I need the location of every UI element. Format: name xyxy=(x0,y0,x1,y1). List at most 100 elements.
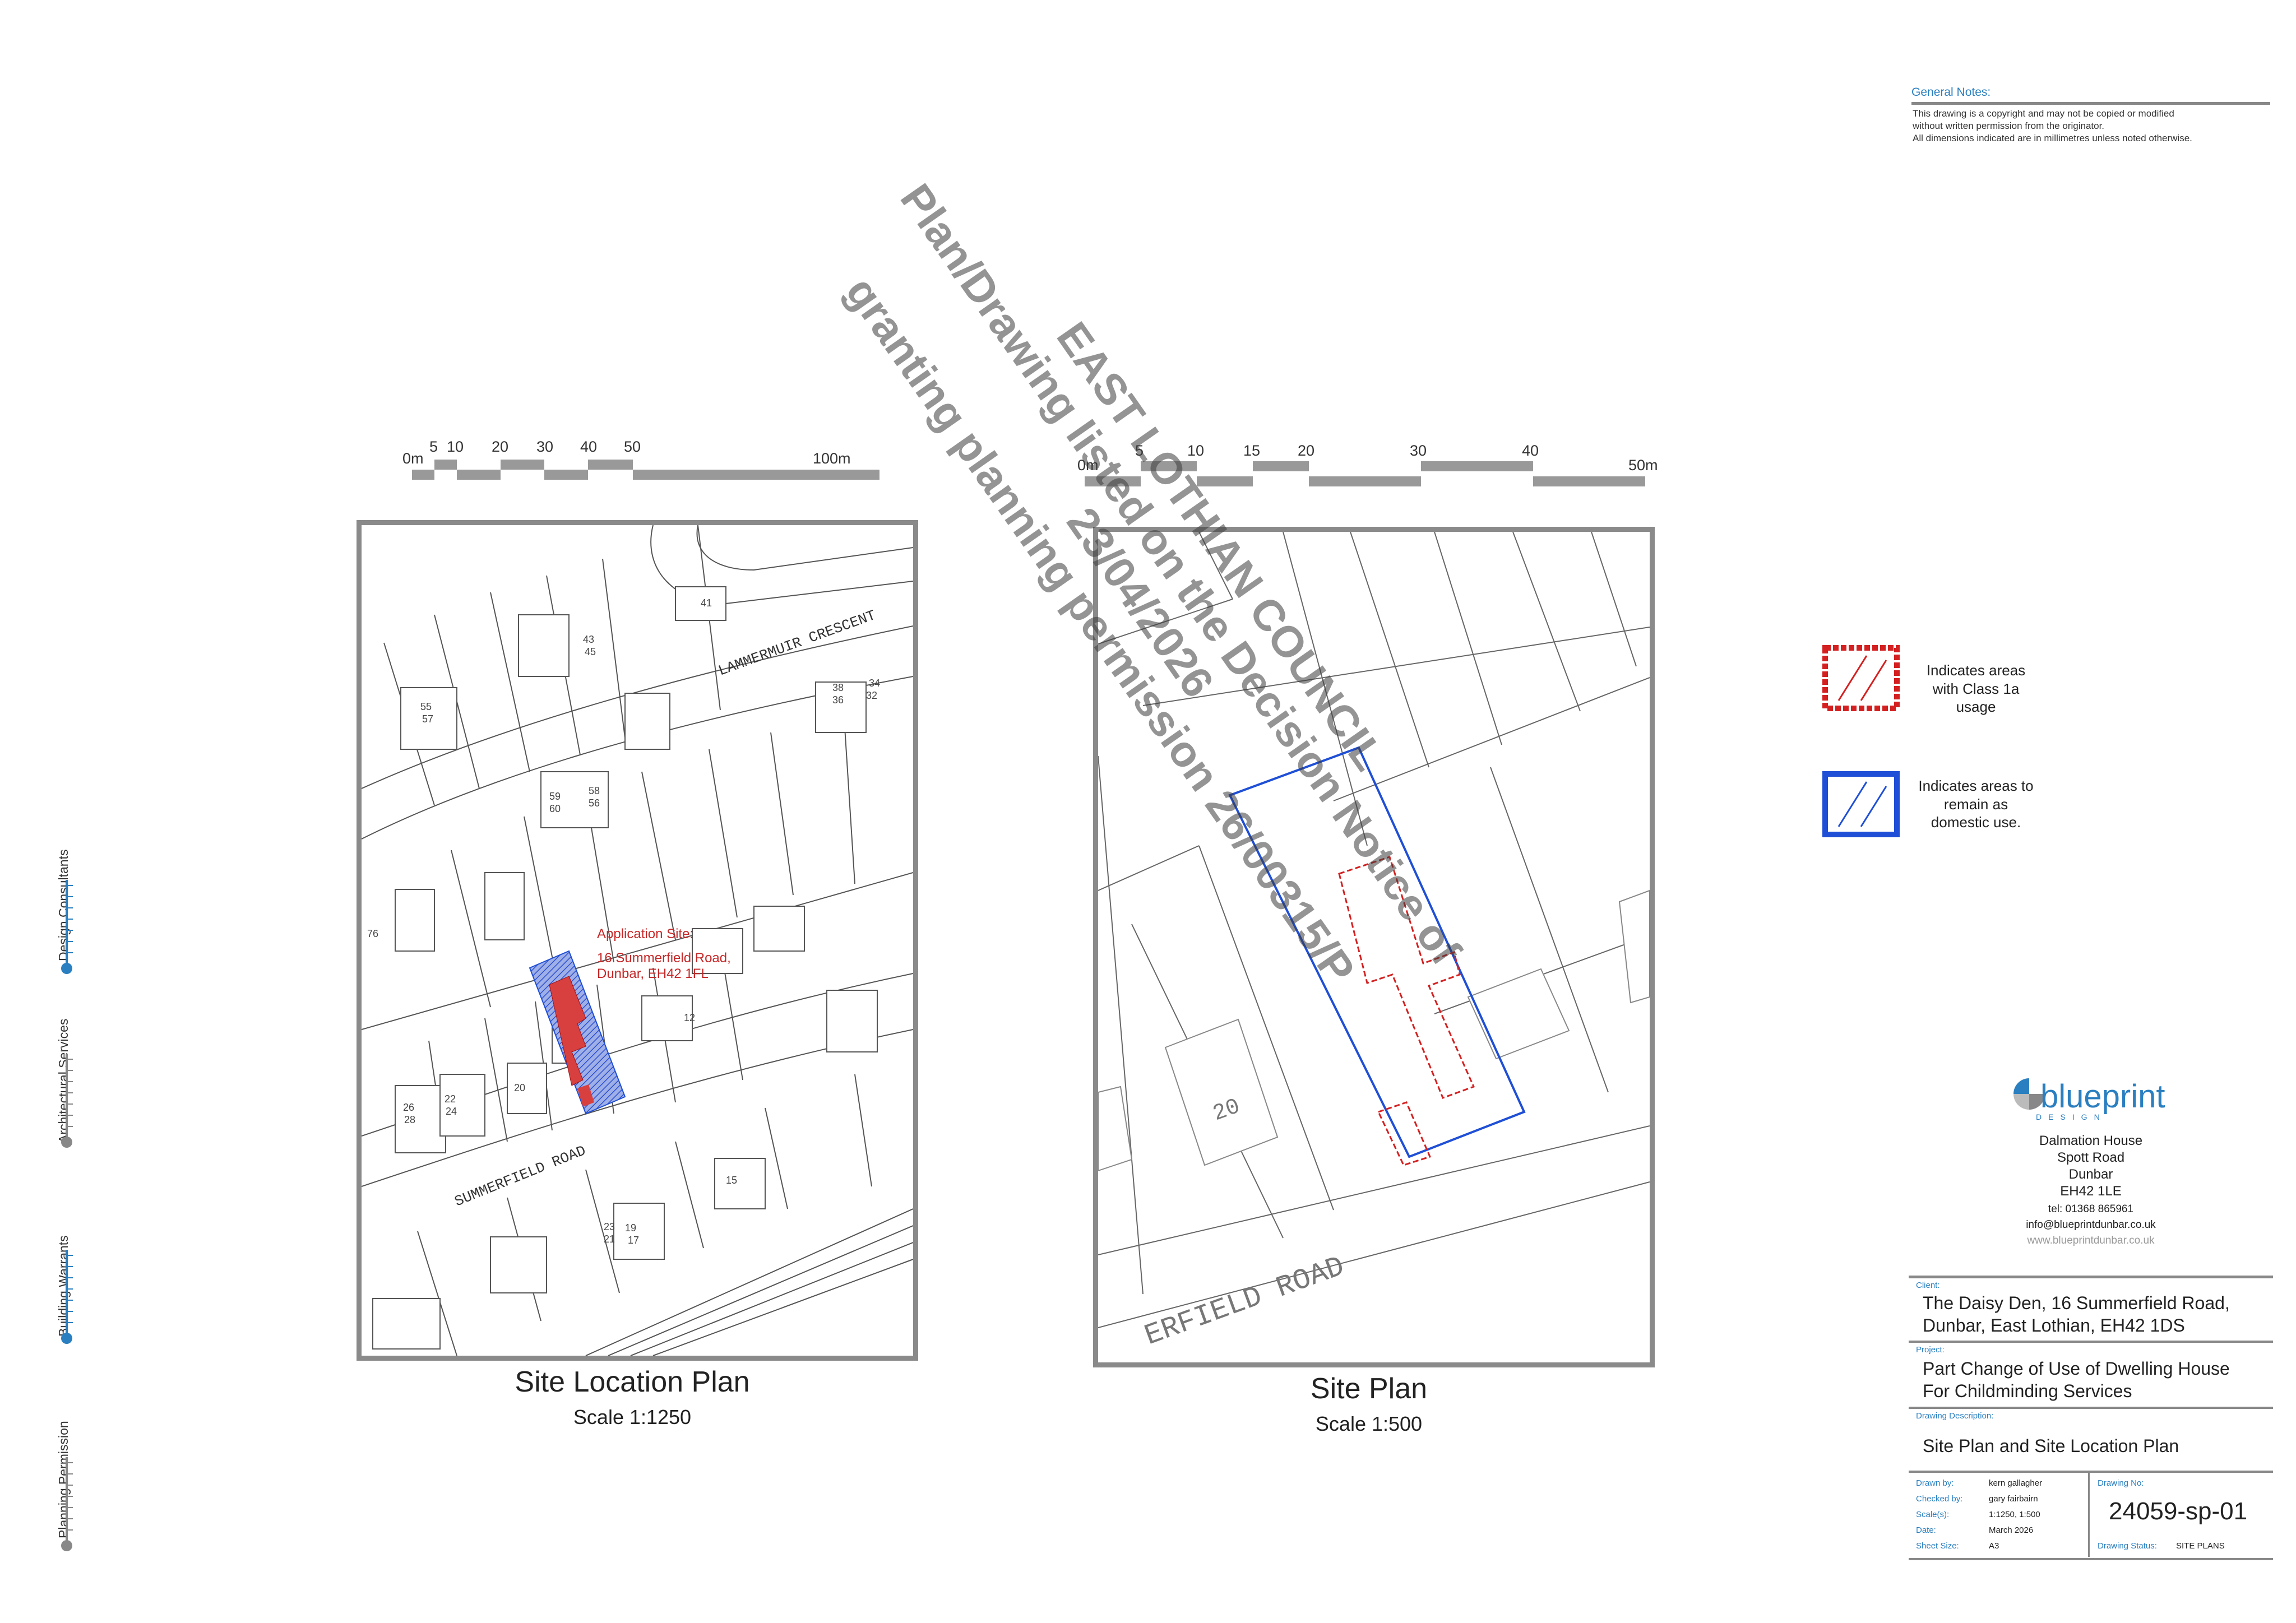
house-number: 59 xyxy=(549,791,561,802)
client-line-2: Dunbar, East Lothian, EH42 1DS xyxy=(1923,1315,2185,1336)
house-number: 36 xyxy=(832,694,844,706)
scalebar-label: 40 xyxy=(1522,442,1539,459)
scalebar-label: 10 xyxy=(1187,442,1205,459)
site-plan-street-label: ERFIELD ROAD xyxy=(1140,1250,1349,1353)
thermometer-icon xyxy=(61,1457,73,1551)
house-number: 22 xyxy=(445,1093,456,1105)
project-label: Project: xyxy=(1916,1345,1945,1355)
location-plan-linework: LAMMERMUIR CRESCENT SUMMERFIELD ROAD 41 … xyxy=(362,525,913,1356)
checked-by-value: gary fairbairn xyxy=(1989,1494,2038,1504)
house-number: 55 xyxy=(420,701,432,712)
house-number: 21 xyxy=(604,1234,615,1245)
general-note-line-1: This drawing is a copyright and may not … xyxy=(1913,108,2174,119)
summerfield-road-label: SUMMERFIELD ROAD xyxy=(452,1142,589,1210)
general-note-line-3: All dimensions indicated are in millimet… xyxy=(1913,133,2192,143)
application-site-address-2: Dunbar, EH42 1FL xyxy=(597,966,709,981)
house-number: 28 xyxy=(404,1114,415,1125)
scalebar-label: 100m xyxy=(813,450,851,467)
house-number: 45 xyxy=(585,646,596,657)
location-plan-scale: Scale 1:1250 xyxy=(573,1406,692,1429)
date-label: Date: xyxy=(1916,1525,1936,1535)
scalebar-label: 15 xyxy=(1243,442,1261,459)
project-line-1: Part Change of Use of Dwelling House xyxy=(1923,1358,2230,1379)
company-tel: tel: 01368 865961 xyxy=(2048,1203,2134,1215)
domestic-legend-text: Indicates areas to remain as domestic us… xyxy=(1918,777,2034,831)
general-note-line-2: without written permission from the orig… xyxy=(1913,120,2105,131)
company-web[interactable]: www.blueprintdunbar.co.uk xyxy=(1928,1235,2253,1247)
house-number: 23 xyxy=(604,1221,615,1232)
company-address-3: Dunbar xyxy=(2068,1167,2113,1182)
scalebar-label: 50 xyxy=(624,438,641,455)
scalebar-label: 30 xyxy=(1410,442,1427,459)
description-label: Drawing Description: xyxy=(1916,1411,1994,1421)
general-notes-rule xyxy=(1911,102,2270,105)
site-plan-scale: Scale 1:500 xyxy=(1315,1412,1423,1435)
title-block-rule xyxy=(1909,1558,2273,1560)
company-email[interactable]: info@blueprintdunbar.co.uk xyxy=(1928,1219,2253,1231)
house-number: 12 xyxy=(684,1012,695,1023)
title-block-rule xyxy=(1909,1471,2273,1473)
scales-label: Scale(s): xyxy=(1916,1510,1950,1519)
sheet-size-value: A3 xyxy=(1989,1541,1999,1551)
application-site-address-1: 16 Summerfield Road, xyxy=(597,950,731,966)
house-number: 56 xyxy=(589,797,600,809)
drawn-by-label: Drawn by: xyxy=(1916,1478,1954,1488)
house-number: 57 xyxy=(422,713,433,725)
scalebar-label: 50m xyxy=(1628,457,1658,474)
client-label: Client: xyxy=(1916,1281,1940,1290)
company-address-1: Dalmation House xyxy=(2039,1133,2143,1148)
company-address-2: Spott Road xyxy=(2057,1150,2125,1165)
house-number: 19 xyxy=(625,1222,636,1234)
title-block-rule xyxy=(1909,1407,2273,1409)
title-block-rule xyxy=(1909,1276,2273,1278)
thermometer-icon xyxy=(61,880,73,974)
date-value: March 2026 xyxy=(1989,1525,2034,1535)
lammermuir-crescent-label: LAMMERMUIR CRESCENT xyxy=(716,607,878,680)
class1a-legend-text: Indicates areas with Class 1a usage xyxy=(1926,662,2026,715)
thermometer-icon xyxy=(61,1250,73,1344)
location-plan-title: Site Location Plan xyxy=(515,1366,750,1398)
house-number: 34 xyxy=(869,678,880,689)
house-number: 41 xyxy=(701,597,712,609)
drawn-by-value: kern gallagher xyxy=(1989,1478,2043,1488)
house-number: 15 xyxy=(726,1175,737,1186)
drawing-status-value: SITE PLANS xyxy=(2176,1541,2225,1551)
company-tagline: DESIGN xyxy=(2036,1112,2107,1121)
house-number: 76 xyxy=(367,928,378,939)
company-address-4: EH42 1LE xyxy=(2060,1184,2122,1199)
domestic-legend-swatch xyxy=(1822,771,1900,837)
drawing-number: 24059-sp-01 xyxy=(2109,1497,2248,1525)
client-line-1: The Daisy Den, 16 Summerfield Road, xyxy=(1923,1293,2230,1313)
house-number: 58 xyxy=(589,785,600,796)
sheet-size-label: Sheet Size: xyxy=(1916,1541,1959,1551)
company-logo-text: blueprint xyxy=(2040,1078,2165,1115)
house-number: 43 xyxy=(583,634,594,645)
title-block-rule xyxy=(1909,1341,2273,1343)
site-plan-title: Site Plan xyxy=(1310,1372,1428,1405)
drawing-status-label: Drawing Status: xyxy=(2098,1541,2157,1551)
title-block-divider xyxy=(2088,1473,2090,1557)
checked-by-label: Checked by: xyxy=(1916,1494,1963,1504)
drawing-no-label: Drawing No: xyxy=(2098,1478,2144,1488)
scalebar-label: 10 xyxy=(447,438,464,455)
scalebar-label: 20 xyxy=(492,438,509,455)
house-number: 26 xyxy=(403,1102,414,1113)
scales-value: 1:1250, 1:500 xyxy=(1989,1510,2040,1519)
scalebar-label: 20 xyxy=(1298,442,1315,459)
project-line-2: For Childminding Services xyxy=(1923,1381,2132,1401)
house-number: 24 xyxy=(446,1106,457,1117)
scalebar-label: 0m xyxy=(402,450,424,467)
house-number: 17 xyxy=(628,1235,639,1246)
house-number: 20 xyxy=(514,1082,525,1093)
application-site-heading: Application Site: xyxy=(597,926,693,942)
thermometer-icon xyxy=(61,1054,73,1148)
location-plan-map: LAMMERMUIR CRESCENT SUMMERFIELD ROAD 41 … xyxy=(357,520,918,1361)
house-number: 38 xyxy=(832,682,844,693)
house-number: 32 xyxy=(866,690,877,701)
scalebar-label: 5 xyxy=(429,438,438,455)
scalebar-label: 30 xyxy=(536,438,554,455)
general-notes-title: General Notes: xyxy=(1911,86,1991,99)
class1a-legend-swatch xyxy=(1822,645,1900,711)
house-number: 60 xyxy=(549,803,561,814)
drawing-description: Site Plan and Site Location Plan xyxy=(1923,1436,2179,1456)
